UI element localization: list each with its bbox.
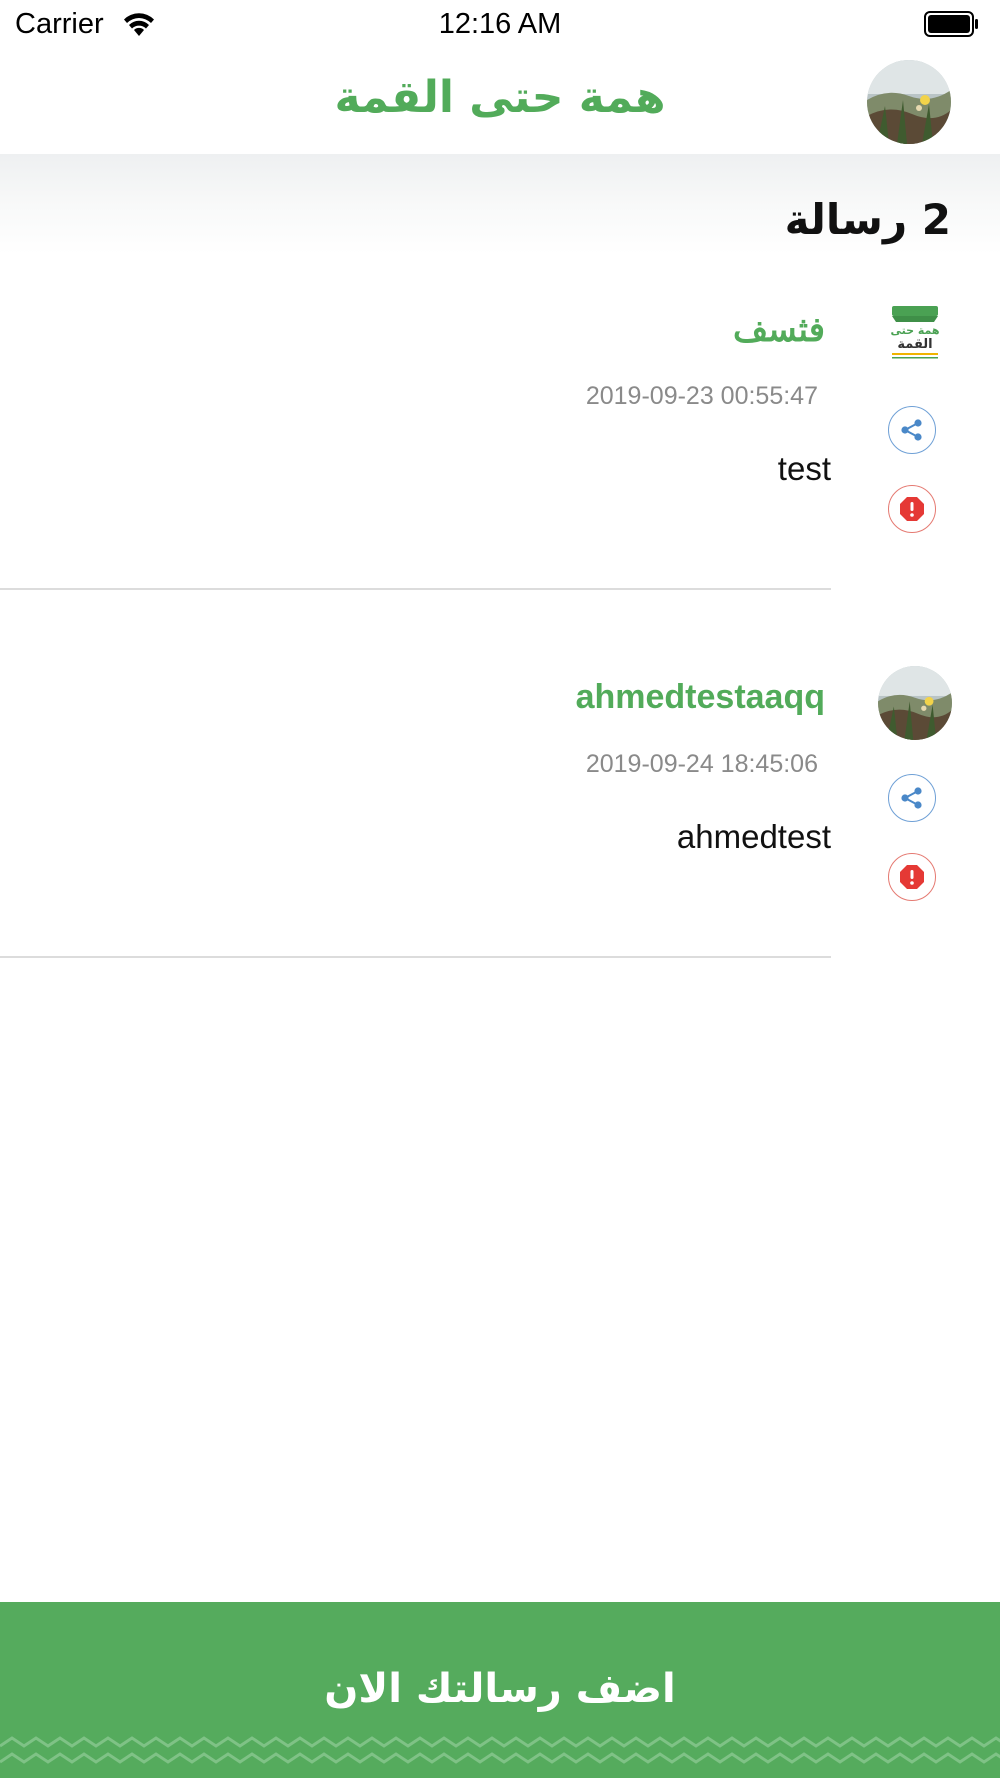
add-message-button[interactable]: اضف رسالتك الان	[0, 1602, 1000, 1778]
message-divider	[0, 588, 831, 590]
message-body: test	[777, 450, 831, 487]
report-icon	[900, 497, 924, 521]
app-title: همة حتى القمة	[334, 72, 666, 123]
report-button[interactable]	[888, 485, 936, 533]
message-divider	[0, 956, 831, 958]
message-author[interactable]: فثسف	[733, 310, 825, 350]
share-icon	[901, 787, 922, 809]
report-icon	[900, 865, 924, 889]
svg-text:القمة: القمة	[897, 337, 932, 352]
svg-text:همة حتى: همة حتى	[890, 324, 939, 337]
message-date: 2019-09-24 18:45:06	[585, 750, 818, 778]
author-avatar	[878, 666, 952, 740]
report-button[interactable]	[888, 853, 936, 901]
share-button[interactable]	[888, 774, 936, 822]
messages-count: 2 رسالة	[784, 195, 951, 244]
profile-avatar[interactable]	[867, 60, 951, 144]
message-body: ahmedtest	[676, 818, 831, 855]
status-bar: Carrier 12:16 AM	[0, 0, 1000, 50]
decorative-pattern	[0, 1736, 1000, 1764]
author-avatar: همة حتى القمة	[878, 298, 952, 372]
message-author[interactable]: ahmedtestaaqq	[576, 678, 825, 717]
add-message-label: اضف رسالتك الان	[324, 1666, 676, 1712]
nav-bar: همة حتى القمة	[0, 50, 1000, 154]
share-button[interactable]	[888, 406, 936, 454]
message-date: 2019-09-23 00:55:47	[585, 382, 818, 410]
message-card: ahmedtestaaqq 2019-09-24 18:45:06 ahmedt…	[0, 666, 1000, 986]
share-icon	[901, 419, 922, 441]
message-card: همة حتى القمة فثسف 2019-09-23 00:55:47 t…	[0, 298, 1000, 618]
clock: 12:16 AM	[438, 8, 562, 40]
battery-icon	[924, 11, 980, 37]
